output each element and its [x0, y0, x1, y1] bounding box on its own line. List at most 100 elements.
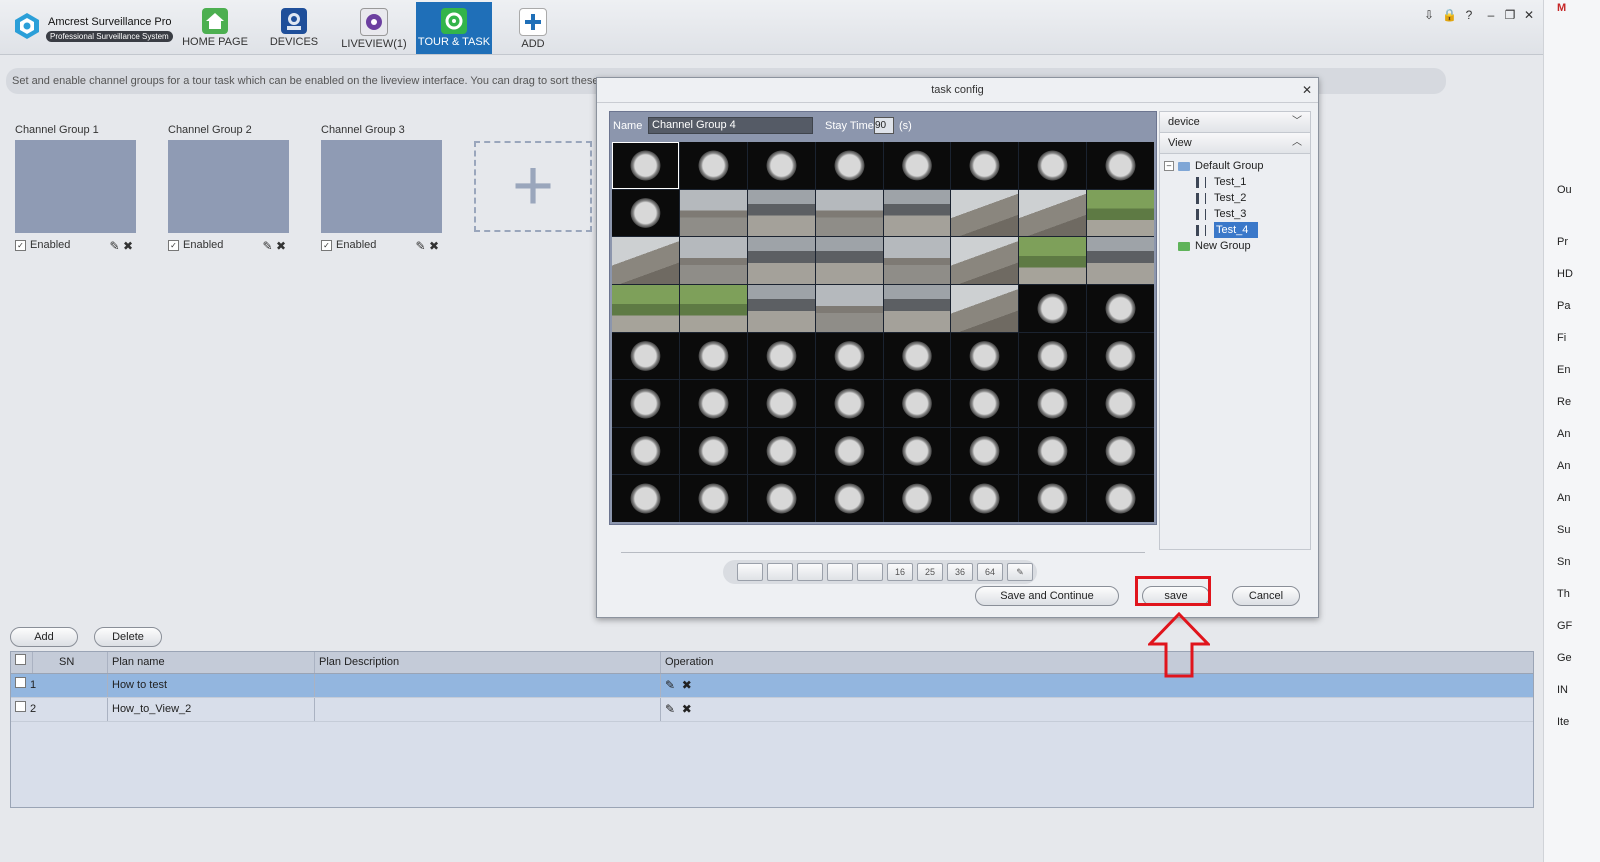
channel-group-thumbnail[interactable]	[321, 140, 442, 233]
nav-tour-task[interactable]: TOUR & TASK	[416, 2, 492, 54]
camera-channel-tile[interactable]	[883, 475, 951, 522]
camera-channel-tile[interactable]	[612, 237, 679, 284]
camera-channel-tile[interactable]	[679, 380, 747, 427]
device-dropdown[interactable]: device ﹀	[1160, 112, 1310, 133]
camera-channel-tile[interactable]	[1019, 332, 1087, 380]
select-all-checkbox[interactable]	[15, 654, 26, 665]
custom-layout-edit-icon[interactable]: ✎	[1007, 563, 1033, 581]
browser-strip-item[interactable]: HD	[1557, 268, 1573, 280]
enabled-checkbox[interactable]: ✓	[168, 239, 179, 251]
camera-channel-tile[interactable]	[951, 475, 1019, 522]
layout-1-button[interactable]	[737, 563, 763, 581]
browser-strip-item[interactable]: Re	[1557, 396, 1571, 408]
dialog-title-bar[interactable]: task config ✕	[597, 78, 1318, 103]
layout-9-button[interactable]	[857, 563, 883, 581]
tree-node-default-group[interactable]: – Default Group	[1164, 158, 1310, 174]
channel-group-card[interactable]: Channel Group 2 ✓ Enabled ✎ ✖	[168, 124, 290, 253]
camera-channel-tile[interactable]	[951, 380, 1019, 427]
camera-channel-tile[interactable]	[815, 427, 883, 475]
camera-channel-tile[interactable]	[1019, 284, 1087, 332]
column-header-plan-description[interactable]: Plan Description	[315, 652, 661, 673]
camera-channel-tile[interactable]	[1019, 380, 1087, 427]
channel-group-card[interactable]: Channel Group 1 ✓ Enabled ✎ ✖	[15, 124, 137, 253]
layout-16-button[interactable]: 16	[887, 563, 913, 581]
camera-channel-tile[interactable]	[1087, 332, 1154, 380]
add-plan-button[interactable]: Add	[10, 627, 78, 647]
close-icon[interactable]: ✕	[1302, 78, 1312, 102]
camera-channel-tile[interactable]	[883, 189, 951, 237]
delete-icon[interactable]: ✖	[276, 239, 286, 253]
select-all-cell[interactable]	[11, 652, 33, 673]
nav-liveview[interactable]: LIVEVIEW(1)	[338, 2, 410, 54]
camera-channel-tile[interactable]	[612, 475, 679, 522]
camera-channel-tile[interactable]	[1019, 142, 1087, 189]
layout-36-button[interactable]: 36	[947, 563, 973, 581]
browser-strip-item[interactable]: Ou	[1557, 184, 1572, 196]
browser-strip-item[interactable]: Sn	[1557, 556, 1570, 568]
camera-channel-tile[interactable]	[951, 427, 1019, 475]
camera-channel-tile[interactable]	[815, 237, 883, 284]
add-channel-group-button[interactable]: +	[474, 141, 592, 232]
camera-channel-tile[interactable]	[612, 332, 679, 380]
enabled-checkbox[interactable]: ✓	[321, 239, 332, 251]
layout-64-button[interactable]: 64	[977, 563, 1003, 581]
layout-25-button[interactable]: 25	[917, 563, 943, 581]
camera-channel-tile[interactable]	[815, 380, 883, 427]
edit-icon[interactable]: ✎	[665, 678, 675, 692]
camera-channel-tile[interactable]	[747, 475, 815, 522]
camera-channel-tile[interactable]	[883, 284, 951, 332]
browser-strip-item[interactable]: An	[1557, 460, 1570, 472]
camera-channel-tile[interactable]	[883, 237, 951, 284]
row-checkbox[interactable]	[15, 701, 26, 712]
camera-channel-tile[interactable]	[883, 380, 951, 427]
nav-home-page[interactable]: HOME PAGE	[180, 2, 250, 54]
help-icon[interactable]: ?	[1462, 8, 1476, 22]
camera-channel-tile[interactable]	[747, 237, 815, 284]
camera-channel-tile[interactable]	[951, 237, 1019, 284]
camera-channel-tile[interactable]	[1019, 427, 1087, 475]
camera-channel-tile[interactable]	[883, 332, 951, 380]
camera-channel-tile[interactable]	[1087, 475, 1154, 522]
stay-time-input[interactable]: 90	[874, 117, 894, 134]
camera-channel-tile[interactable]	[1019, 189, 1087, 237]
camera-channel-tile[interactable]	[883, 142, 951, 189]
nav-devices[interactable]: DEVICES	[262, 2, 326, 54]
browser-strip-item[interactable]: Fi	[1557, 332, 1566, 344]
channel-group-thumbnail[interactable]	[168, 140, 289, 233]
camera-channel-tile[interactable]	[1087, 142, 1154, 189]
camera-channel-tile[interactable]	[679, 284, 747, 332]
camera-channel-tile[interactable]	[1087, 284, 1154, 332]
tree-node-view-selected[interactable]: Test_4	[1164, 222, 1310, 238]
browser-strip-item[interactable]: Su	[1557, 524, 1570, 536]
lock-icon[interactable]: 🔒	[1442, 8, 1457, 22]
channel-group-card[interactable]: Channel Group 3 ✓ Enabled ✎ ✖	[321, 124, 443, 253]
browser-strip-item[interactable]: M	[1557, 2, 1566, 14]
camera-channel-tile[interactable]	[1019, 237, 1087, 284]
delete-icon[interactable]: ✖	[682, 702, 692, 716]
table-row[interactable]: 2 How_to_View_2 ✎ ✖	[11, 698, 1533, 722]
browser-strip-item[interactable]: Th	[1557, 588, 1570, 600]
delete-icon[interactable]: ✖	[123, 239, 133, 253]
minimize-icon[interactable]: –	[1484, 8, 1498, 22]
camera-channel-tile[interactable]	[1087, 380, 1154, 427]
browser-strip-item[interactable]: An	[1557, 428, 1570, 440]
browser-strip-item[interactable]: IN	[1557, 684, 1568, 696]
tree-node-new-group[interactable]: New Group	[1164, 238, 1310, 254]
camera-channel-tile[interactable]	[679, 475, 747, 522]
camera-channel-tile[interactable]	[815, 189, 883, 237]
browser-strip-item[interactable]: Pa	[1557, 300, 1570, 312]
camera-channel-tile[interactable]	[747, 380, 815, 427]
camera-channel-tile[interactable]	[612, 284, 679, 332]
camera-channel-tile[interactable]	[815, 284, 883, 332]
column-header-sn[interactable]: SN	[33, 652, 108, 673]
browser-strip-item[interactable]: Ge	[1557, 652, 1572, 664]
camera-channel-tile[interactable]	[815, 332, 883, 380]
enabled-checkbox[interactable]: ✓	[15, 239, 26, 251]
layout-4-button[interactable]	[767, 563, 793, 581]
view-dropdown[interactable]: View ︿	[1160, 133, 1310, 154]
restore-icon[interactable]: ❐	[1503, 8, 1517, 22]
cancel-button[interactable]: Cancel	[1232, 586, 1300, 606]
table-row[interactable]: 1 How to test ✎ ✖	[11, 674, 1533, 698]
edit-icon[interactable]: ✎	[263, 239, 273, 253]
camera-channel-tile[interactable]	[1087, 189, 1154, 237]
